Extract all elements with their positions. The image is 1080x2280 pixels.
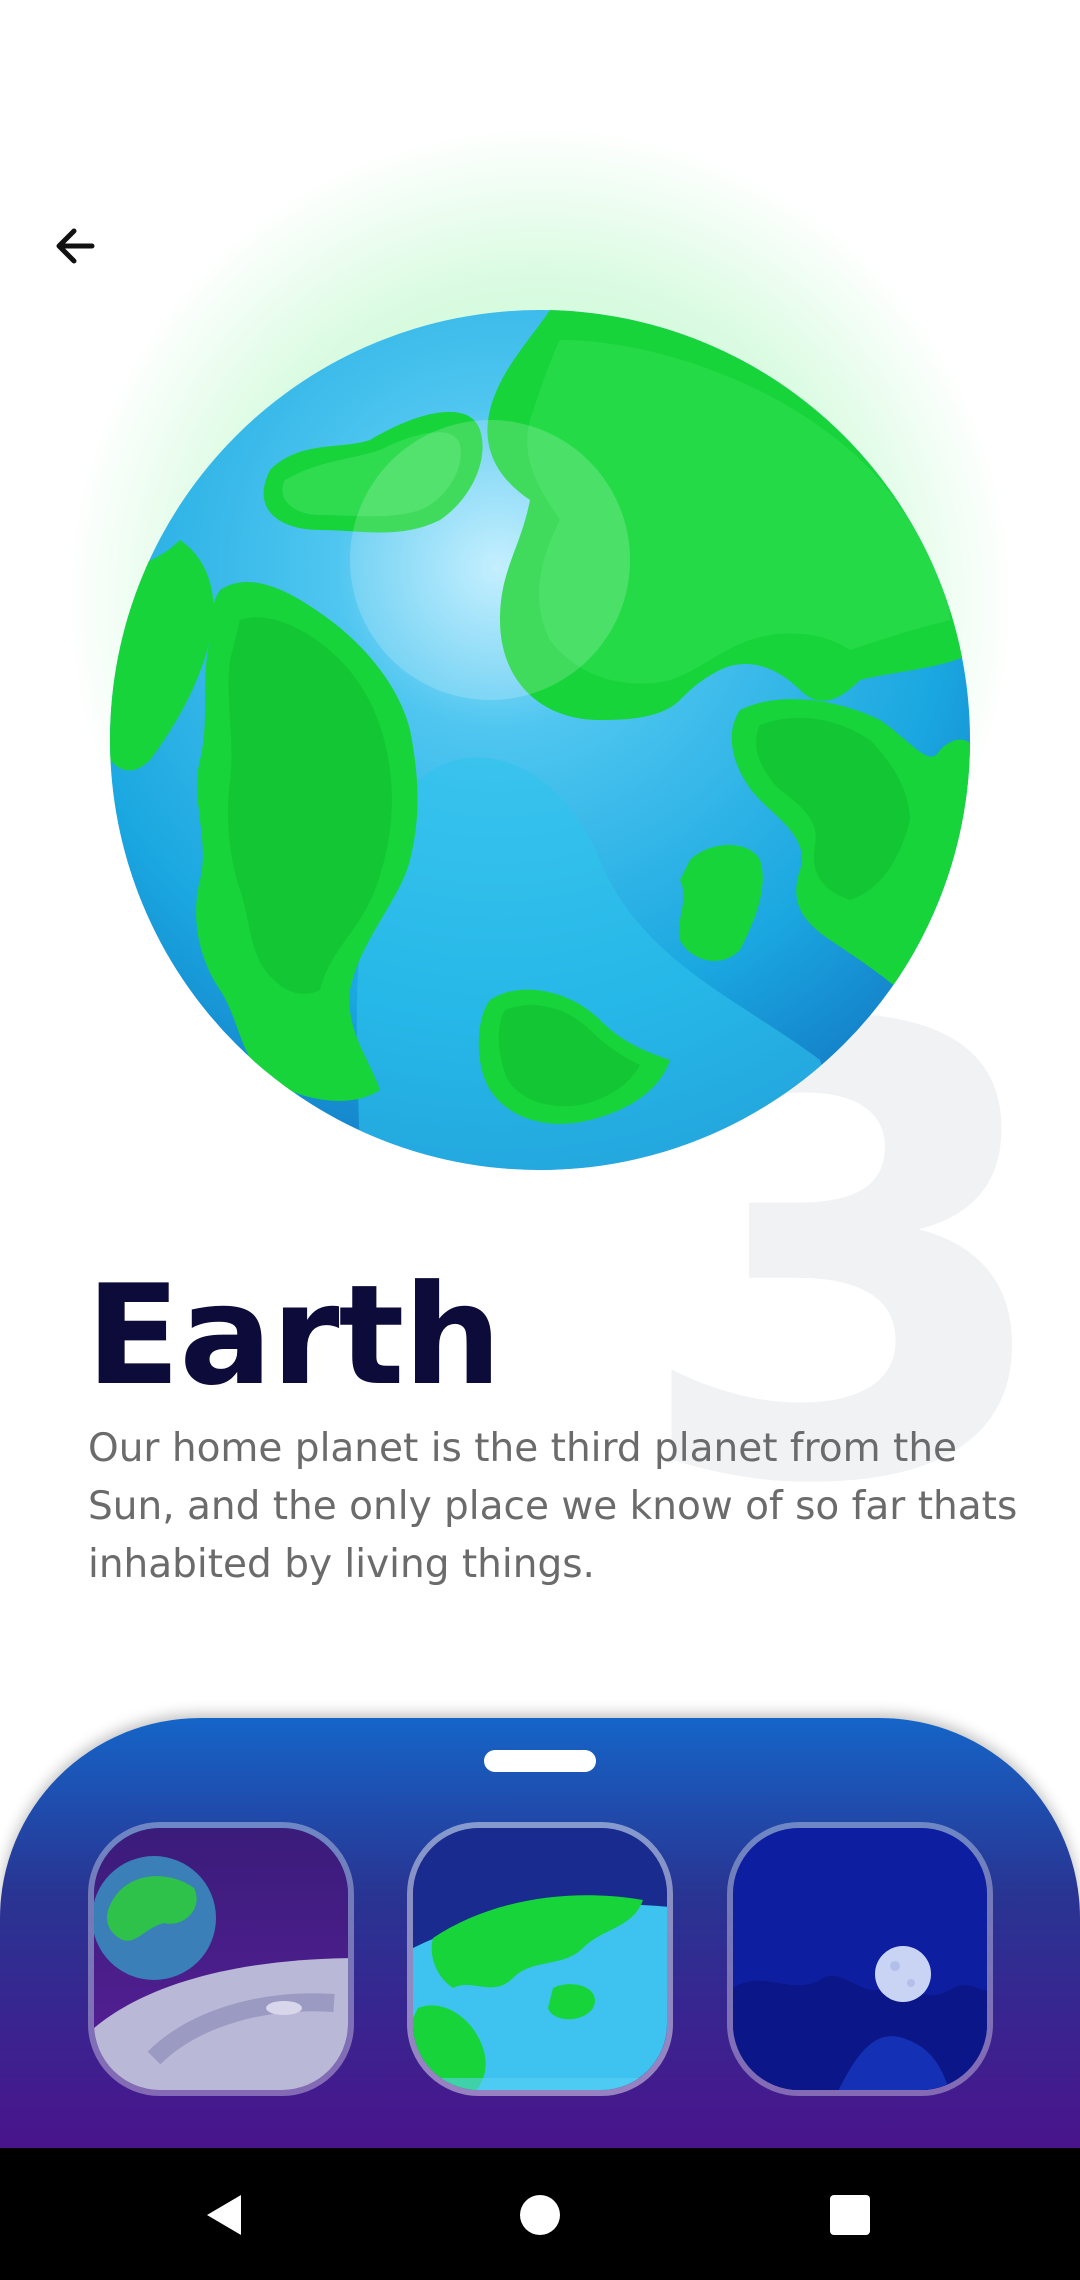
drag-handle[interactable] [484, 1750, 596, 1772]
thumbnail-earth-surface[interactable] [407, 1822, 673, 2096]
recents-square-icon [830, 2195, 870, 2235]
system-home-button[interactable] [500, 2180, 580, 2250]
system-back-button[interactable] [186, 2180, 266, 2250]
back-triangle-icon [207, 2195, 241, 2235]
moon-surface-earthrise-icon [94, 1828, 348, 2090]
planet-title: Earth [86, 1255, 502, 1416]
thumbnail-moon-night[interactable] [727, 1822, 993, 2096]
earth-illustration [110, 310, 970, 1170]
earth-closeup-icon [413, 1828, 667, 2090]
planet-description: Our home planet is the third planet from… [88, 1426, 1018, 1587]
system-recents-button[interactable] [810, 2180, 890, 2250]
home-circle-icon [520, 2195, 560, 2235]
thumbnail-earth-from-moon[interactable] [88, 1822, 354, 2096]
moon-in-night-sky-icon [733, 1828, 987, 2090]
back-button[interactable] [40, 210, 112, 282]
arrow-left-icon [56, 228, 95, 264]
